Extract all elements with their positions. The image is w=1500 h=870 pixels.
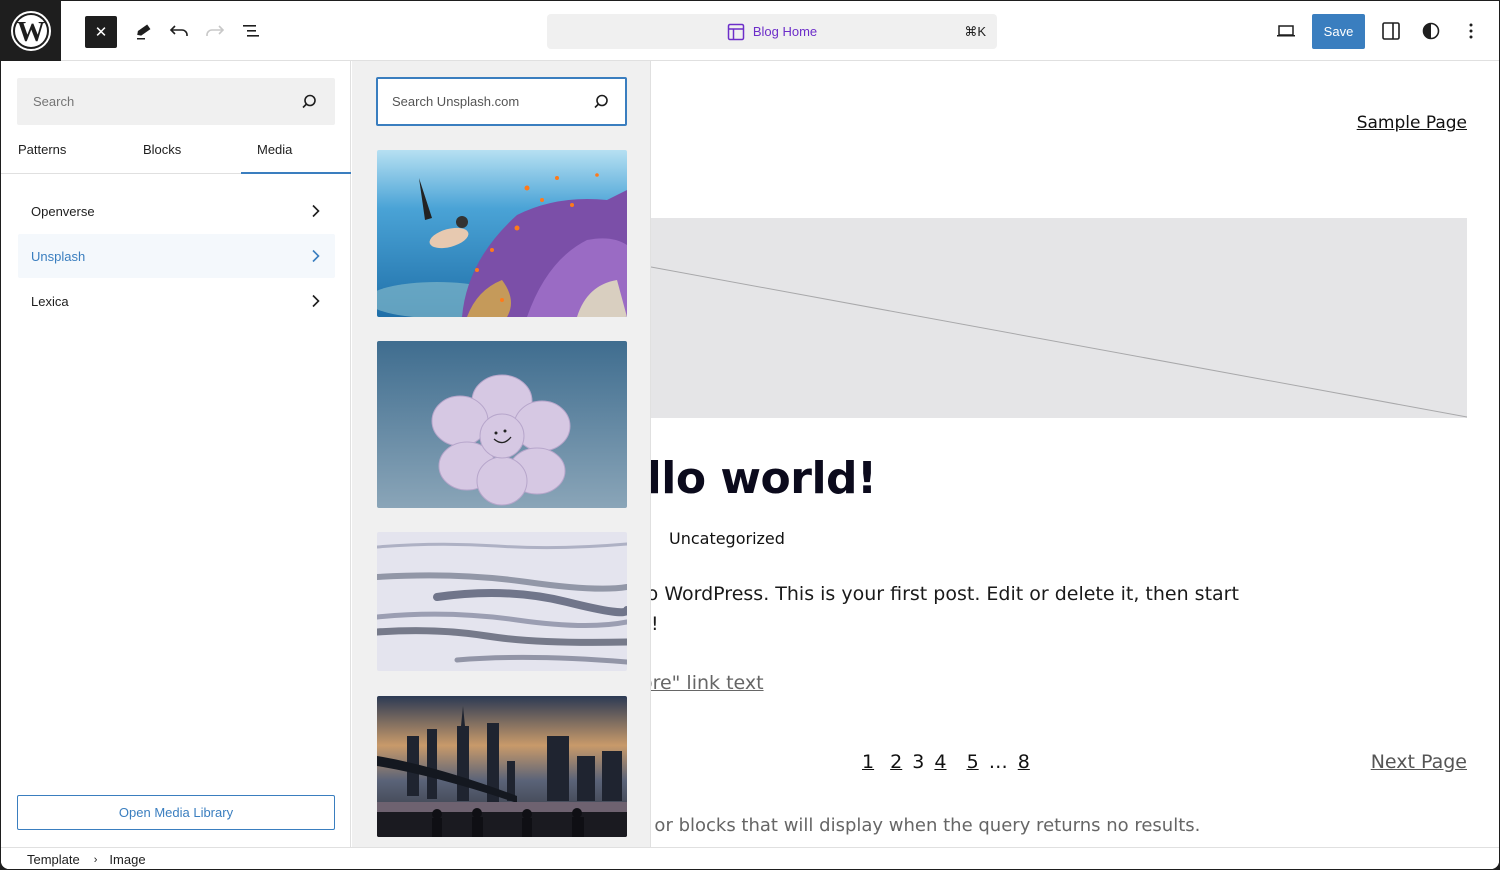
tab-media[interactable]: Media — [241, 134, 351, 174]
category-unsplash[interactable]: Unsplash — [18, 234, 335, 278]
coral-reef-image — [377, 150, 627, 317]
tools-button[interactable] — [128, 15, 160, 47]
inserter-search — [17, 78, 335, 125]
device-preview-button[interactable] — [1270, 15, 1302, 47]
page-5-link[interactable]: 5 — [967, 751, 979, 773]
tab-blocks[interactable]: Blocks — [143, 134, 181, 174]
editor-header: W ✕ Blog Home ⌘K Save — [1, 1, 1499, 61]
tab-patterns[interactable]: Patterns — [18, 134, 66, 174]
contrast-icon — [1422, 22, 1440, 40]
settings-sidebar-button[interactable] — [1375, 15, 1407, 47]
waves-image — [377, 532, 627, 671]
editor-canvas[interactable]: Sample Page Hello world! , 2023 Uncatego… — [651, 61, 1499, 847]
page-2-link[interactable]: 2 — [890, 751, 902, 773]
post-title[interactable]: Hello world! — [651, 453, 877, 504]
wordpress-logo-button[interactable]: W — [1, 1, 61, 61]
options-menu-button[interactable] — [1455, 15, 1487, 47]
wordpress-icon: W — [11, 11, 51, 51]
breadcrumb-image: Image — [109, 852, 146, 867]
more-vertical-icon — [1469, 23, 1473, 39]
chevron-right-icon — [312, 249, 320, 263]
category-label: Unsplash — [31, 248, 86, 264]
flower-balloon-image — [377, 341, 627, 508]
document-overview-button[interactable] — [235, 15, 267, 47]
media-image-waves[interactable] — [377, 532, 627, 671]
save-button[interactable]: Save — [1312, 14, 1365, 49]
breadcrumb-template[interactable]: Template — [27, 852, 80, 867]
page-4-link[interactable]: 4 — [934, 751, 946, 773]
search-icon — [594, 94, 608, 108]
redo-icon — [206, 25, 225, 36]
close-icon: ✕ — [94, 24, 108, 41]
redo-button[interactable] — [199, 15, 231, 47]
keyboard-shortcut: ⌘K — [964, 24, 986, 39]
undo-button[interactable] — [163, 15, 195, 47]
media-image-city-skyline[interactable] — [377, 696, 627, 837]
no-results-text[interactable]: xt or blocks that will display when the … — [651, 815, 1200, 836]
undo-icon — [169, 25, 188, 36]
chevron-right-icon — [312, 294, 320, 308]
command-palette-button[interactable]: Blog Home ⌘K — [547, 14, 997, 49]
chevron-right-icon — [312, 204, 320, 218]
nav-link-sample-page[interactable]: Sample Page — [1357, 113, 1467, 133]
close-inserter-button[interactable]: ✕ — [85, 16, 117, 48]
desktop-icon — [1277, 25, 1295, 37]
media-image-coral-reef[interactable] — [377, 150, 627, 317]
search-icon — [302, 94, 316, 108]
media-category-list: Openverse Unsplash Lexica — [18, 189, 335, 324]
list-view-icon — [243, 25, 259, 37]
template-icon — [727, 23, 745, 40]
category-openverse[interactable]: Openverse — [18, 189, 335, 233]
post-meta: , 2023 Uncategorized — [651, 529, 807, 548]
unsplash-search-input[interactable] — [392, 94, 591, 109]
unsplash-media-panel — [352, 61, 651, 847]
page-3-current: 3 — [912, 751, 925, 773]
breadcrumb-separator-icon: › — [93, 853, 98, 866]
city-skyline-image — [377, 696, 627, 837]
post-excerpt[interactable]: me to WordPress. This is your first post… — [651, 579, 1323, 639]
pagination-numbers: 1 2 3 4 5 … 8 — [862, 751, 1034, 773]
next-page-link[interactable]: Next Page — [1371, 751, 1467, 773]
media-image-flower-balloon[interactable] — [377, 341, 627, 508]
post-category[interactable]: Uncategorized — [669, 529, 785, 548]
excerpt-line: me to WordPress. This is your first post… — [651, 583, 1239, 605]
page-1-link[interactable]: 1 — [862, 751, 874, 773]
open-media-library-button[interactable]: Open Media Library — [17, 795, 335, 830]
styles-button[interactable] — [1415, 15, 1447, 47]
document-title: Blog Home — [752, 24, 818, 39]
category-lexica[interactable]: Lexica — [18, 279, 335, 323]
excerpt-line: ! — [651, 613, 659, 635]
inserter-tabs: Patterns Blocks Media — [1, 134, 351, 174]
category-label: Lexica — [31, 293, 69, 309]
sidebar-icon — [1382, 22, 1400, 40]
block-breadcrumb: Template › Image — [1, 847, 1499, 869]
page-8-link[interactable]: 8 — [1018, 751, 1030, 773]
block-inserter-panel: Patterns Blocks Media Openverse Unsplash… — [1, 61, 351, 847]
editor-window: W ✕ Blog Home ⌘K Save Search Patterns Bl… — [1, 1, 1499, 869]
read-more-link[interactable]: ead more" link text — [651, 672, 764, 694]
featured-image-placeholder[interactable] — [651, 218, 1468, 418]
pencil-icon — [137, 24, 151, 40]
page-ellipsis: … — [988, 751, 1008, 773]
inserter-search-input[interactable] — [33, 94, 299, 109]
svg-text:W: W — [17, 17, 45, 48]
placeholder-diagonal — [651, 266, 1468, 418]
category-label: Openverse — [31, 203, 95, 219]
unsplash-search — [376, 77, 627, 126]
